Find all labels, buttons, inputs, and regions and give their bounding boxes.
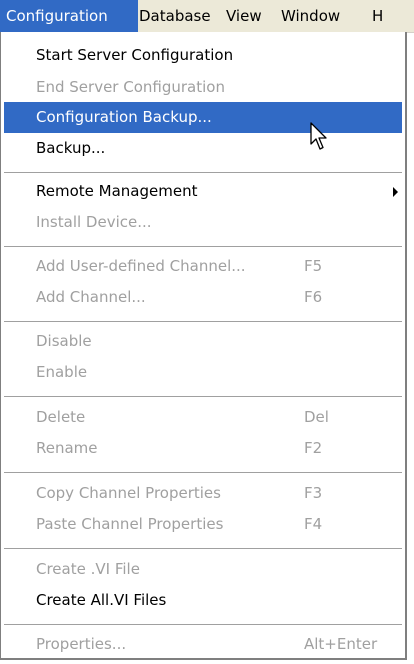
menu-item-label: Add Channel... <box>36 288 146 306</box>
menu-item-configuration-backup[interactable]: Configuration Backup... <box>4 102 402 133</box>
menu-item-label: Delete <box>36 408 86 426</box>
submenu-arrow-icon <box>393 187 398 197</box>
menu-item-shortcut: F2 <box>304 439 323 457</box>
menu-item-create-vi-file[interactable]: Create .VI File <box>4 554 402 585</box>
menu-bar: Configuration Database View Window H <box>0 0 414 33</box>
menu-item-label: Disable <box>36 332 92 350</box>
menu-item-shortcut: F6 <box>304 288 323 306</box>
menu-item-properties[interactable]: Properties... Alt+Enter <box>4 629 402 660</box>
arrow-cursor-icon <box>310 122 327 150</box>
menu-item-label: Enable <box>36 363 88 381</box>
menu-item-label: Create .VI File <box>36 560 140 578</box>
menu-item-paste-channel-properties[interactable]: Paste Channel Properties F4 <box>4 509 402 540</box>
menu-item-copy-channel-properties[interactable]: Copy Channel Properties F3 <box>4 478 402 509</box>
menu-separator <box>4 396 402 398</box>
menu-item-rename[interactable]: Rename F2 <box>4 433 402 464</box>
menubar-help[interactable]: H <box>366 0 412 32</box>
menu-separator <box>4 246 402 248</box>
menu-item-label: Remote Management <box>36 182 198 200</box>
menu-item-shortcut: F4 <box>304 515 323 533</box>
menu-item-install-device[interactable]: Install Device... <box>4 207 402 238</box>
menu-item-start-server-configuration[interactable]: Start Server Configuration <box>4 40 402 71</box>
menu-item-label: Add User-defined Channel... <box>36 257 246 275</box>
menu-item-label: Configuration Backup... <box>36 108 212 126</box>
menu-item-label: Properties... <box>36 635 127 653</box>
menu-separator <box>4 172 402 174</box>
menubar-configuration[interactable]: Configuration <box>0 0 138 32</box>
menu-item-create-all-vi-files[interactable]: Create All.VI Files <box>4 585 402 616</box>
menu-item-shortcut: F5 <box>304 257 323 275</box>
menu-item-disable[interactable]: Disable <box>4 326 402 357</box>
menu-separator <box>4 548 402 550</box>
menu-item-add-channel[interactable]: Add Channel... F6 <box>4 282 402 313</box>
menu-item-shortcut: Del <box>304 408 329 426</box>
menu-item-backup[interactable]: Backup... <box>4 133 402 164</box>
menu-item-add-user-defined-channel[interactable]: Add User-defined Channel... F5 <box>4 251 402 282</box>
menu-separator <box>4 624 402 626</box>
menu-item-label: Copy Channel Properties <box>36 484 221 502</box>
menu-separator <box>4 321 402 323</box>
menu-item-label: Install Device... <box>36 213 152 231</box>
menu-item-shortcut: Alt+Enter <box>304 635 378 653</box>
menu-item-remote-management[interactable]: Remote Management <box>4 176 402 207</box>
menu-item-shortcut: F3 <box>304 484 323 502</box>
menu-item-label: Rename <box>36 439 98 457</box>
menu-item-delete[interactable]: Delete Del <box>4 402 402 433</box>
menu-item-enable[interactable]: Enable <box>4 357 402 388</box>
menu-separator <box>4 472 402 474</box>
menu-item-label: Start Server Configuration <box>36 46 234 64</box>
menubar-database[interactable]: Database <box>133 0 219 32</box>
menu-item-end-server-configuration[interactable]: End Server Configuration <box>4 72 402 103</box>
menu-item-label: Backup... <box>36 139 106 157</box>
menu-item-label: Create All.VI Files <box>36 591 167 609</box>
configuration-dropdown-menu: Start Server Configuration End Server Co… <box>0 32 407 660</box>
menubar-window[interactable]: Window <box>275 0 361 32</box>
menu-item-label: Paste Channel Properties <box>36 515 224 533</box>
menubar-view[interactable]: View <box>220 0 272 32</box>
menu-item-label: End Server Configuration <box>36 78 225 96</box>
